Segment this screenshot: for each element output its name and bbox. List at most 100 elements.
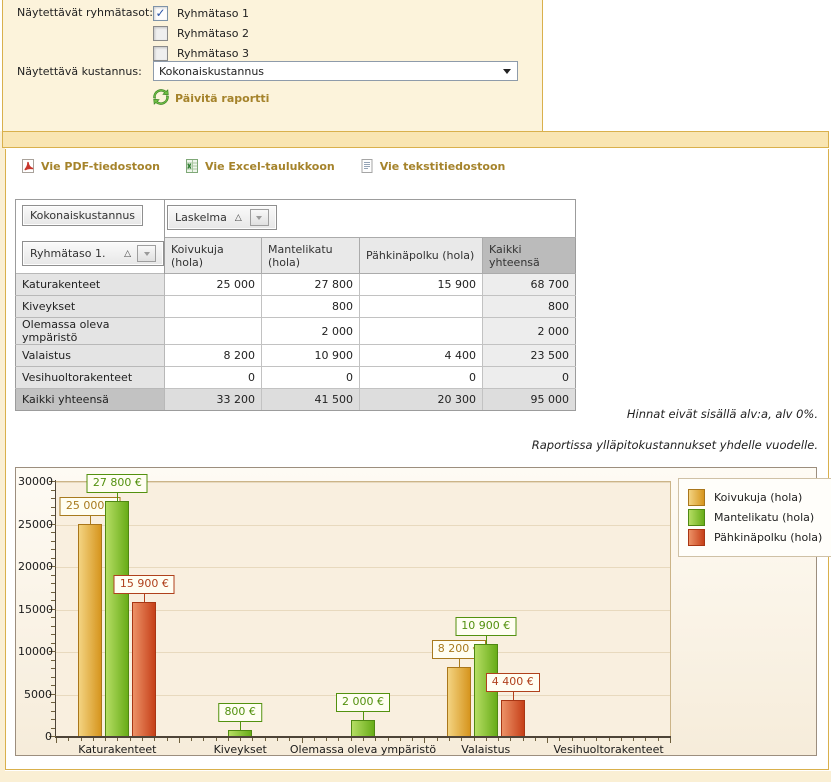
y-axis-minor-tick bbox=[51, 541, 55, 542]
pivot-row-header: Katurakenteet bbox=[16, 274, 165, 296]
pivot-value-cell: 0 bbox=[483, 367, 576, 389]
value-label-connector bbox=[513, 692, 514, 700]
x-axis-minor-tick bbox=[216, 738, 217, 741]
pivot-value-cell: 0 bbox=[360, 367, 483, 389]
group-level-checkbox-group: ✓Ryhmätaso 1Ryhmätaso 2Ryhmätaso 3 bbox=[153, 4, 249, 64]
refresh-icon bbox=[153, 89, 169, 108]
pivot-value-cell: 0 bbox=[262, 367, 360, 389]
chart-plot-area: 25 000 €8 200 €27 800 €800 €2 000 €10 90… bbox=[56, 481, 671, 737]
value-label-connector bbox=[459, 659, 460, 667]
measure-button-label: Kokonaiskustannus bbox=[30, 209, 135, 222]
chevron-down-icon bbox=[256, 216, 262, 220]
x-axis-minor-tick bbox=[645, 738, 646, 741]
pivot-column-header: Koivukuja (hola) bbox=[165, 238, 262, 274]
x-axis-minor-tick bbox=[621, 738, 622, 741]
export-pdf-label: Vie PDF-tiedostoon bbox=[41, 160, 160, 173]
y-axis-minor-tick bbox=[51, 549, 55, 550]
x-axis-minor-tick bbox=[559, 738, 560, 741]
cost-bar-chart: 25 000 €8 200 €27 800 €800 €2 000 €10 90… bbox=[15, 467, 817, 756]
pivot-row-header: Olemassa oleva ympäristö bbox=[16, 318, 165, 345]
pivot-value-cell: 8 200 bbox=[165, 345, 262, 367]
x-axis-minor-tick bbox=[584, 738, 585, 741]
pivot-column-header: Kaikki yhteensä bbox=[483, 238, 576, 274]
x-axis-minor-tick bbox=[486, 738, 487, 741]
legend-swatch bbox=[688, 529, 705, 546]
legend-swatch bbox=[688, 489, 705, 506]
pivot-value-cell: 800 bbox=[262, 296, 360, 318]
bar-value-label: 10 900 € bbox=[455, 617, 516, 636]
x-axis-minor-tick bbox=[93, 738, 94, 741]
table-row: Katurakenteet25 00027 80015 90068 700 bbox=[16, 274, 576, 296]
pivot-row-header: Kiveykset bbox=[16, 296, 165, 318]
y-axis-minor-tick bbox=[51, 702, 55, 703]
pivot-table: Kokonaiskustannus Ryhmätaso 1. △ Laskelm… bbox=[15, 199, 576, 411]
pivot-value-cell: 68 700 bbox=[483, 274, 576, 296]
chart-bar bbox=[105, 501, 129, 737]
y-axis-minor-tick bbox=[51, 660, 55, 661]
y-axis-minor-tick bbox=[51, 634, 55, 635]
x-axis-minor-tick bbox=[670, 738, 671, 741]
column-dimension-dropdown-button[interactable] bbox=[250, 209, 269, 226]
x-axis-minor-tick bbox=[240, 738, 241, 741]
report-panel: Vie PDF-tiedostoon Vie Excel-taulukkoon … bbox=[5, 149, 829, 770]
x-axis-minor-tick bbox=[314, 738, 315, 741]
y-axis-minor-tick bbox=[51, 558, 55, 559]
pivot-corner-cell: Kokonaiskustannus Ryhmätaso 1. △ bbox=[16, 200, 165, 274]
export-text-link[interactable]: Vie tekstitiedostoon bbox=[359, 158, 506, 174]
sort-ascending-icon: △ bbox=[235, 213, 242, 223]
value-label-connector bbox=[144, 594, 145, 602]
bar-value-label: 4 400 € bbox=[486, 673, 540, 692]
y-axis-minor-tick bbox=[51, 643, 55, 644]
row-dimension-dropdown-button[interactable] bbox=[137, 245, 156, 262]
x-axis-minor-tick bbox=[130, 738, 131, 741]
y-axis-minor-tick bbox=[51, 515, 55, 516]
legend-label: Mantelikatu (hola) bbox=[714, 511, 814, 524]
x-axis-minor-tick bbox=[449, 738, 450, 741]
x-axis-minor-tick bbox=[658, 738, 659, 741]
measure-button[interactable]: Kokonaiskustannus bbox=[22, 205, 143, 226]
column-dimension-sort-button[interactable]: Laskelma △ bbox=[167, 205, 277, 230]
x-axis-minor-tick bbox=[252, 738, 253, 741]
x-axis-minor-tick bbox=[228, 738, 229, 741]
pivot-value-cell bbox=[360, 296, 483, 318]
pivot-value-cell: 20 300 bbox=[360, 389, 483, 411]
y-axis-tick-label: 25000 bbox=[18, 518, 52, 531]
group-level-checkbox-2[interactable] bbox=[153, 26, 168, 41]
refresh-report-label: Päivitä raportti bbox=[175, 92, 269, 105]
x-axis-minor-tick bbox=[265, 738, 266, 741]
pivot-column-header: Pähkinäpolku (hola) bbox=[360, 238, 483, 274]
x-axis-minor-tick bbox=[105, 738, 106, 741]
pivot-value-cell: 95 000 bbox=[483, 389, 576, 411]
export-excel-label: Vie Excel-taulukkoon bbox=[205, 160, 335, 173]
y-axis-tick-label: 15000 bbox=[18, 603, 52, 616]
x-axis-minor-tick bbox=[179, 738, 180, 741]
value-label-connector bbox=[117, 493, 118, 501]
refresh-report-button[interactable]: Päivitä raportti bbox=[153, 89, 269, 108]
legend-label: Koivukuja (hola) bbox=[714, 491, 802, 504]
value-label-connector bbox=[240, 722, 241, 730]
y-axis-minor-tick bbox=[51, 668, 55, 669]
y-axis-minor-tick bbox=[51, 507, 55, 508]
bar-value-label: 800 € bbox=[218, 703, 262, 722]
y-axis-tick-label: 10000 bbox=[18, 645, 52, 658]
cost-type-label: Näytettävä kustannus: bbox=[17, 65, 142, 78]
legend-entry: Koivukuja (hola) bbox=[688, 489, 822, 506]
value-label-connector bbox=[363, 712, 364, 720]
chevron-down-icon bbox=[503, 69, 511, 74]
export-pdf-link[interactable]: Vie PDF-tiedostoon bbox=[20, 158, 160, 174]
group-level-checkbox-3[interactable] bbox=[153, 46, 168, 61]
x-axis-minor-tick bbox=[572, 738, 573, 741]
y-axis-minor-tick bbox=[51, 617, 55, 618]
gridline bbox=[56, 525, 670, 526]
column-dimension-label: Laskelma bbox=[175, 211, 227, 224]
pivot-value-cell: 33 200 bbox=[165, 389, 262, 411]
export-excel-link[interactable]: Vie Excel-taulukkoon bbox=[184, 158, 335, 174]
pivot-value-cell bbox=[165, 296, 262, 318]
x-axis-minor-tick bbox=[461, 738, 462, 741]
report-options-panel: Näytettävät ryhmätasot: ✓Ryhmätaso 1Ryhm… bbox=[2, 0, 543, 132]
cost-type-select[interactable]: Kokonaiskustannus bbox=[153, 61, 518, 81]
row-dimension-sort-button[interactable]: Ryhmätaso 1. △ bbox=[22, 241, 164, 266]
group-level-checkbox-1[interactable]: ✓ bbox=[153, 6, 168, 21]
x-axis-minor-tick bbox=[154, 738, 155, 741]
chart-legend: Koivukuja (hola)Mantelikatu (hola)Pähkin… bbox=[678, 478, 831, 557]
